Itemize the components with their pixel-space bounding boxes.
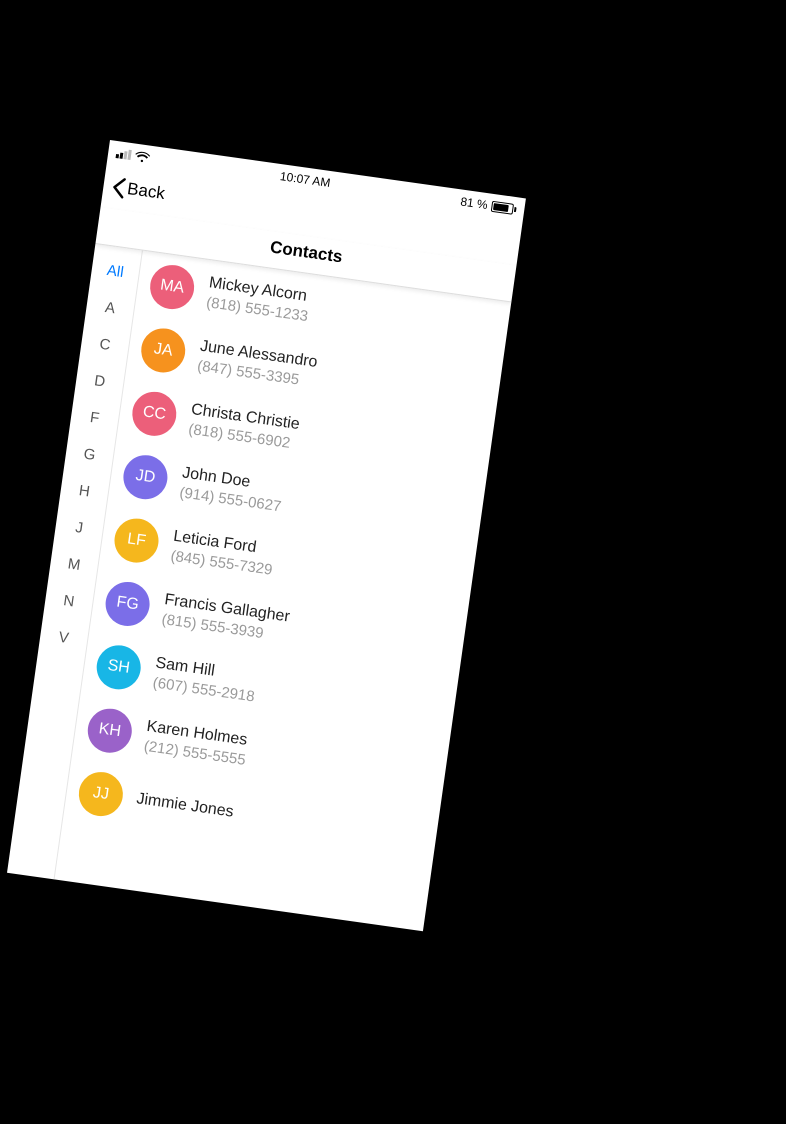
sidebar-item-c[interactable]: C	[79, 323, 131, 366]
sidebar-item-g[interactable]: G	[64, 433, 116, 476]
contact-info: Jimmie Jones	[135, 790, 234, 821]
sidebar-item-f[interactable]: F	[69, 396, 121, 439]
signal-icon	[116, 148, 132, 160]
avatar: JA	[138, 326, 188, 376]
contact-name: Jimmie Jones	[135, 790, 234, 821]
avatar: FG	[103, 579, 153, 629]
contact-info: Leticia Ford(845) 555-7329	[170, 527, 277, 578]
contact-info: Mickey Alcorn(818) 555-1233	[205, 274, 312, 325]
sidebar-item-j[interactable]: J	[53, 506, 105, 549]
avatar: KH	[85, 706, 135, 756]
avatar: SH	[94, 642, 144, 692]
avatar: JJ	[76, 769, 126, 819]
back-label: Back	[126, 179, 166, 204]
contact-info: John Doe(914) 555-0627	[178, 464, 285, 515]
back-button[interactable]: Back	[110, 176, 166, 205]
contact-info: Christa Christie(818) 555-6902	[187, 401, 300, 453]
sidebar-item-n[interactable]: N	[43, 580, 95, 623]
contact-info: Sam Hill(607) 555-2918	[152, 654, 259, 705]
avatar: LF	[112, 516, 162, 566]
battery-icon	[491, 200, 517, 214]
sidebar-item-all[interactable]: All	[89, 250, 141, 293]
sidebar-item-v[interactable]: V	[38, 616, 90, 659]
body-area: AllACDFGHJMNV MAMickey Alcorn(818) 555-1…	[7, 244, 511, 931]
sidebar-item-d[interactable]: D	[74, 360, 126, 403]
phone-frame: 10:07 AM 81 % Back Contacts AllACDFGHJMN…	[7, 140, 526, 931]
status-time: 10:07 AM	[279, 169, 331, 190]
wifi-icon	[134, 150, 150, 163]
contact-info: Karen Holmes(212) 555-5555	[143, 717, 250, 768]
chevron-left-icon	[110, 176, 127, 200]
sidebar-item-a[interactable]: A	[84, 287, 136, 330]
avatar: CC	[129, 389, 179, 439]
sidebar-item-h[interactable]: H	[59, 470, 111, 513]
contact-info: Francis Gallagher(815) 555-3939	[161, 591, 291, 645]
battery-percent: 81 %	[460, 194, 489, 212]
sidebar-item-m[interactable]: M	[48, 543, 100, 586]
avatar: JD	[121, 452, 171, 502]
avatar: MA	[147, 262, 197, 312]
contact-info: June Alessandro(847) 555-3395	[196, 337, 318, 390]
